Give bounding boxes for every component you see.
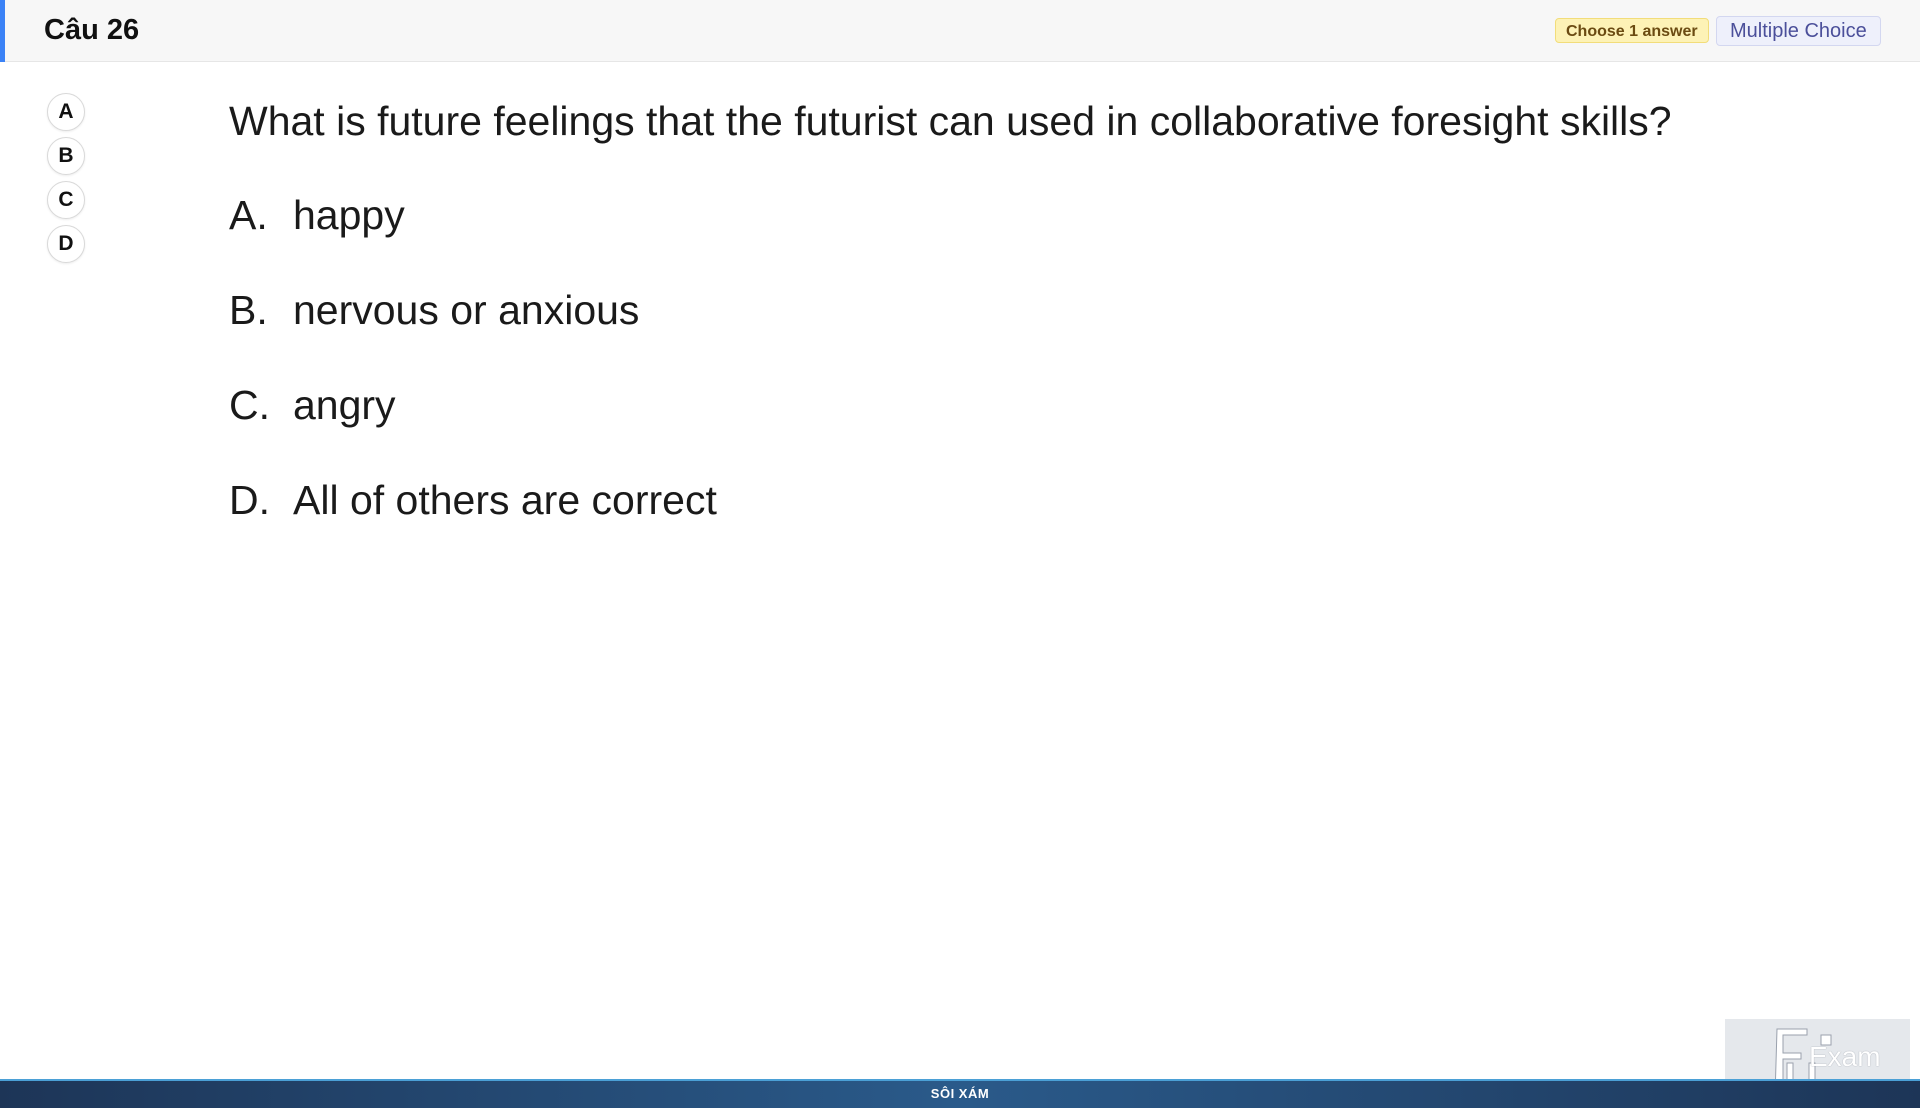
choice-letter: B. (229, 287, 268, 333)
choice-letter: D. (229, 477, 270, 523)
footer-label: SÔI XÁM (930, 1086, 990, 1101)
header-accent-bar (0, 0, 5, 62)
choice-letter: A. (229, 192, 268, 238)
question-number-title: Câu 26 (44, 14, 140, 46)
answer-selector: A B C D (47, 93, 85, 269)
choice-text: happy (293, 192, 405, 238)
answer-option-d-button[interactable]: D (47, 225, 85, 263)
answer-option-c-button[interactable]: C (47, 181, 85, 219)
choice-b: B. nervous or anxious (229, 285, 1829, 335)
answer-option-b-button[interactable]: B (47, 137, 85, 175)
footer-bar: SÔI XÁM (0, 1079, 1920, 1108)
question-text: What is future feelings that the futuris… (229, 98, 1672, 144)
answer-option-a-button[interactable]: A (47, 93, 85, 131)
choice-c: C. angry (229, 380, 1829, 430)
choice-d: D. All of others are correct (229, 475, 1829, 525)
exam-page: Câu 26 Choose 1 answer Multiple Choice A… (0, 0, 1920, 1108)
question-header: Câu 26 Choose 1 answer Multiple Choice (0, 0, 1920, 62)
choice-a: A. happy (229, 190, 1829, 240)
choice-letter: C. (229, 382, 270, 428)
choose-answer-badge: Choose 1 answer (1555, 18, 1709, 43)
choice-text: angry (293, 382, 396, 428)
choice-text: All of others are correct (293, 477, 717, 523)
choice-text: nervous or anxious (293, 287, 640, 333)
question-content: What is future feelings that the futuris… (229, 96, 1829, 570)
logo-text: Exam (1809, 1041, 1881, 1072)
question-type-badge: Multiple Choice (1716, 16, 1881, 46)
